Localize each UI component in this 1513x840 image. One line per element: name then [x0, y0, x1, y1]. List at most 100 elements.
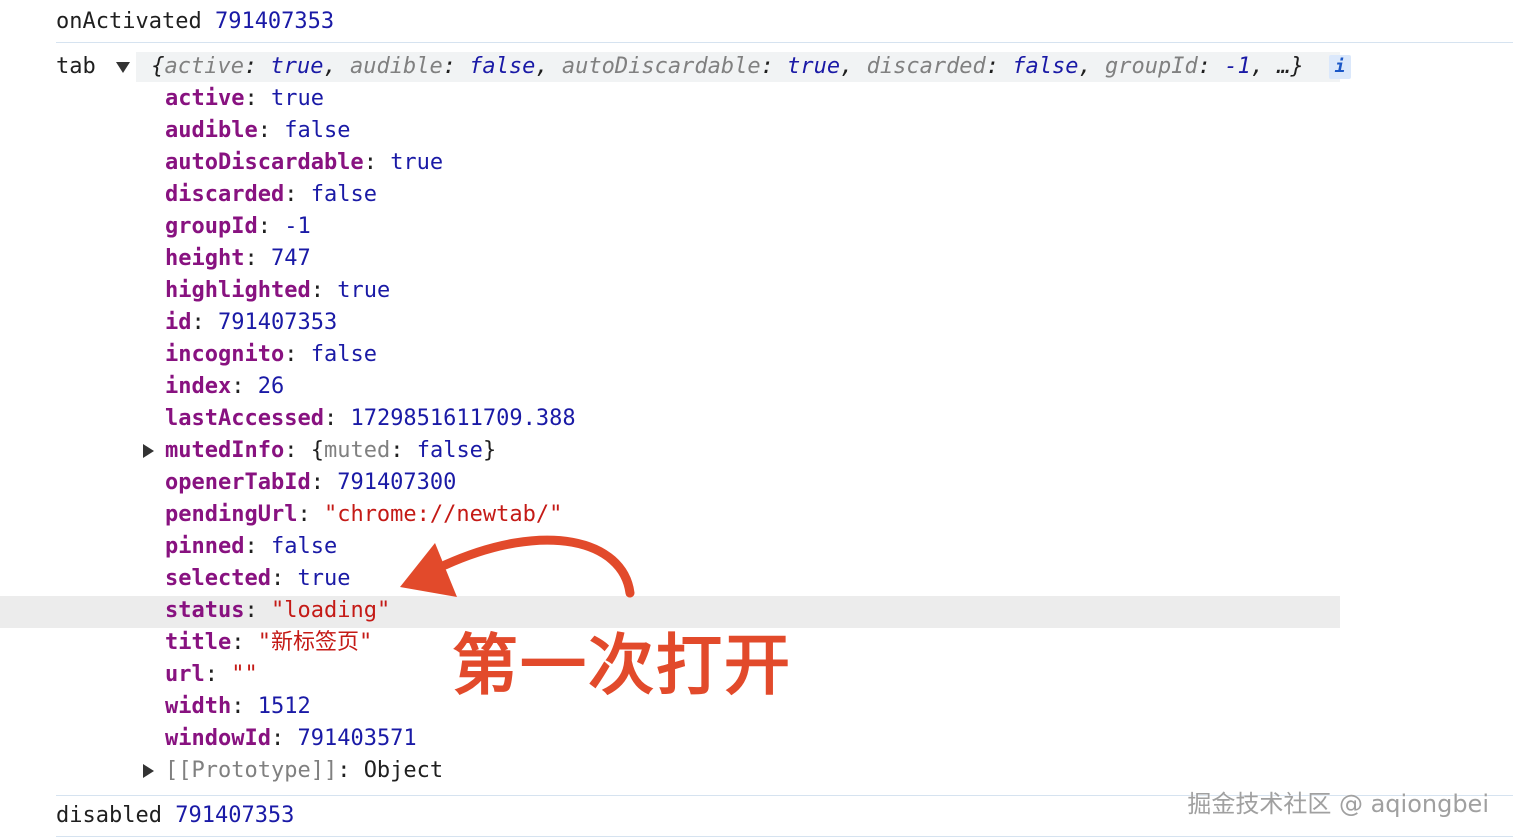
colon: :: [244, 86, 271, 111]
property-value: true: [297, 566, 351, 591]
log-line-tab: tab: [56, 51, 96, 83]
colon: :: [257, 214, 285, 239]
colon: :: [270, 726, 298, 751]
colon: :: [297, 502, 324, 527]
property-row-autodiscardable: autoDiscardable: true: [165, 147, 443, 179]
property-key: width: [165, 694, 232, 719]
colon: :: [244, 598, 271, 623]
property-value: true: [270, 86, 324, 111]
log-label-tab: tab: [56, 54, 96, 79]
property-key: active: [165, 86, 245, 111]
colon: :: [270, 566, 298, 591]
expand-triangle-icon[interactable]: [143, 444, 154, 458]
property-key: lastAccessed: [165, 406, 324, 431]
property-row-selected: selected: true: [165, 563, 350, 595]
property-value: 1512: [257, 694, 311, 719]
property-row-audible: audible: false: [165, 115, 350, 147]
property-row-index: index: 26: [165, 371, 284, 403]
colon: :: [231, 630, 258, 655]
log-value: 791407353: [214, 9, 335, 34]
property-value: "chrome://newtab/": [323, 502, 563, 527]
object-preview[interactable]: {active: true, audible: false, autoDisca…: [151, 54, 1304, 79]
property-key: status: [165, 598, 245, 623]
property-row-title: title: "新标签页": [165, 627, 372, 659]
property-value: true: [337, 278, 391, 303]
colon: :: [244, 246, 271, 271]
colon: :: [231, 694, 258, 719]
log-label: disabled: [56, 803, 162, 828]
property-row-windowid: windowId: 791403571: [165, 723, 417, 755]
property-object-preview[interactable]: {muted: false}: [311, 438, 496, 463]
property-key: index: [165, 374, 232, 399]
property-value: 791403571: [297, 726, 417, 751]
property-key: id: [165, 310, 192, 335]
colon: :: [231, 374, 258, 399]
property-value: "": [231, 662, 258, 687]
property-row-prototype[interactable]: [[Prototype]]: Object: [143, 755, 444, 787]
colon: :: [310, 470, 338, 495]
property-row-height: height: 747: [165, 243, 311, 275]
property-key: url: [165, 662, 205, 687]
expand-triangle-icon[interactable]: [143, 764, 154, 778]
property-value: false: [310, 342, 377, 367]
property-row-id: id: 791407353: [165, 307, 337, 339]
property-row-status: status: "loading": [165, 595, 390, 627]
property-key: discarded: [165, 182, 285, 207]
annotation-text: 第一次打开: [452, 626, 792, 704]
property-row-lastaccessed: lastAccessed: 1729851611709.388: [165, 403, 576, 435]
annotation-arrow-icon: [400, 535, 635, 598]
colon: :: [363, 150, 391, 175]
colon: :: [204, 662, 232, 687]
prototype-value: Object: [363, 758, 444, 783]
property-value: 26: [257, 374, 285, 399]
property-row-width: width: 1512: [165, 691, 311, 723]
log-separator: [56, 836, 1513, 837]
property-value: 1729851611709.388: [350, 406, 576, 431]
expand-triangle-icon[interactable]: [116, 61, 130, 73]
colon: :: [323, 406, 351, 431]
colon: :: [244, 534, 271, 559]
property-row-groupid: groupId: -1: [165, 211, 311, 243]
property-key: autoDiscardable: [165, 150, 364, 175]
property-key: selected: [165, 566, 271, 591]
property-row-pinned: pinned: false: [165, 531, 337, 563]
property-value: "新标签页": [257, 630, 373, 655]
property-value: true: [390, 150, 444, 175]
property-row-discarded: discarded: false: [165, 179, 377, 211]
log-separator: [56, 42, 1513, 43]
property-value: -1: [284, 214, 311, 239]
property-row-mutedinfo[interactable]: mutedInfo: {muted: false}: [143, 435, 496, 467]
property-key: pendingUrl: [165, 502, 298, 527]
colon: :: [310, 278, 338, 303]
property-key: mutedInfo: [165, 438, 285, 463]
log-line-disabled: disabled 791407353: [56, 800, 294, 832]
colon: :: [257, 118, 285, 143]
property-key: incognito: [165, 342, 285, 367]
property-key: groupId: [165, 214, 258, 239]
property-key: openerTabId: [165, 470, 311, 495]
property-key: height: [165, 246, 245, 271]
property-row-url: url: "": [165, 659, 258, 691]
property-key: title: [165, 630, 232, 655]
colon: :: [284, 342, 311, 367]
info-icon[interactable]: i: [1329, 55, 1352, 79]
property-value: 791407353: [218, 310, 338, 335]
property-row-active: active: true: [165, 83, 324, 115]
property-key: pinned: [165, 534, 245, 559]
log-line-onactivated: onActivated 791407353: [56, 6, 334, 38]
property-row-openertabid: openerTabId: 791407300: [165, 467, 456, 499]
prototype-key: [[Prototype]]: [165, 758, 338, 783]
log-label: onActivated: [56, 9, 202, 34]
property-key: audible: [165, 118, 258, 143]
colon: :: [284, 438, 311, 463]
colon: :: [191, 310, 218, 335]
property-value: false: [284, 118, 351, 143]
property-value: false: [310, 182, 377, 207]
object-summary[interactable]: {active: true, audible: false, autoDisca…: [116, 51, 1352, 83]
property-value: false: [270, 534, 338, 559]
property-value: 791407300: [337, 470, 457, 495]
log-value: 791407353: [175, 803, 295, 828]
property-key: windowId: [165, 726, 271, 751]
property-row-incognito: incognito: false: [165, 339, 377, 371]
property-key: highlighted: [165, 278, 311, 303]
